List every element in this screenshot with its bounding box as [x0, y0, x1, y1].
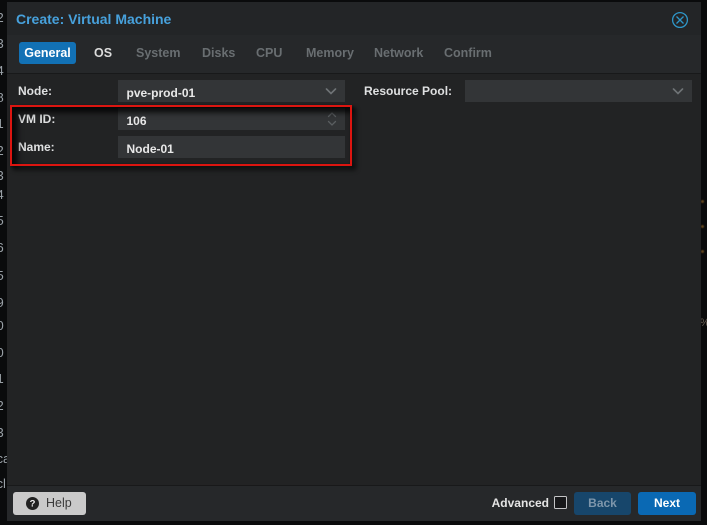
svg-text:?: ?	[30, 499, 36, 510]
